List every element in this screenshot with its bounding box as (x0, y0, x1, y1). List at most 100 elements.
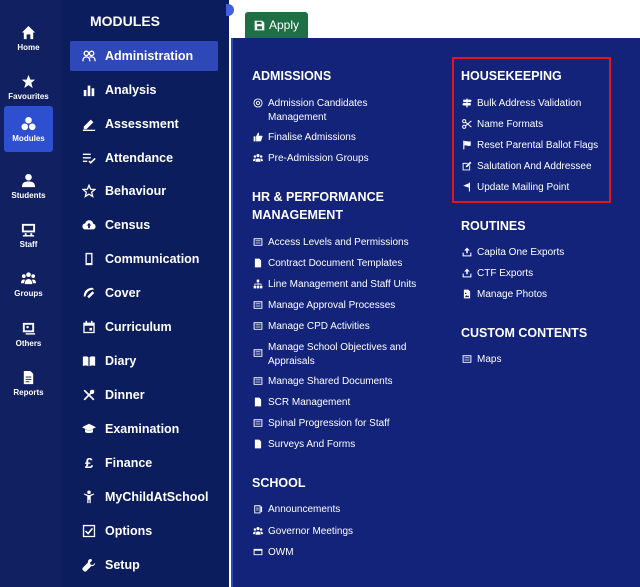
module-attendance[interactable]: Attendance (70, 144, 218, 172)
module-label: Administration (105, 49, 194, 63)
staff-icon (21, 223, 36, 237)
module-label: Communication (105, 252, 200, 266)
link-reset-ballot-flags[interactable]: Reset Parental Ballot Flags (462, 139, 598, 153)
rail-label: Staff (19, 239, 38, 249)
link-label: SCR Management (268, 397, 351, 408)
link-line-management[interactable]: Line Management and Staff Units (253, 278, 416, 292)
link-salutation-addressee[interactable]: Salutation And Addressee (462, 160, 592, 174)
link-scr-management[interactable]: SCR Management (253, 396, 350, 410)
link-label: Manage Shared Documents (268, 376, 393, 387)
module-dinner[interactable]: Dinner (70, 381, 218, 409)
rail-students[interactable]: Students (4, 163, 53, 209)
rail-staff[interactable]: Staff (4, 212, 53, 258)
rail-reports[interactable]: Reports (4, 360, 53, 406)
module-options[interactable]: Options (70, 517, 218, 545)
pound-icon: £ (84, 454, 94, 472)
save-icon (254, 20, 265, 30)
link-maps[interactable]: Maps (462, 353, 501, 367)
link-label: Manage Photos (477, 289, 548, 300)
flag-icon (463, 140, 471, 150)
book-icon (82, 356, 96, 367)
link-spinal-progression[interactable]: Spinal Progression for Staff (253, 417, 390, 431)
child-icon (83, 490, 95, 504)
rail-groups[interactable]: Groups (4, 261, 53, 307)
document-icon (254, 258, 262, 268)
link-announcements[interactable]: Announcements (253, 503, 340, 517)
module-label: Diary (105, 354, 137, 368)
module-analysis[interactable]: Analysis (70, 76, 218, 104)
thumbs-up-icon (253, 132, 263, 142)
scissors-icon (462, 119, 472, 129)
link-governor-meetings[interactable]: Governor Meetings (253, 525, 353, 539)
link-approval-processes[interactable]: Manage Approval Processes (253, 299, 395, 313)
module-assessment[interactable]: Assessment (70, 110, 218, 138)
groups-icon (21, 271, 36, 284)
section-school-title: SCHOOL (252, 476, 306, 490)
link-label: Line Management and Staff Units (268, 279, 417, 290)
others-icon (22, 322, 36, 335)
link-label: Pre-Admission Groups (268, 153, 369, 164)
module-label: Examination (105, 422, 180, 436)
module-communication[interactable]: Communication (70, 245, 218, 273)
module-setup[interactable]: Setup (70, 551, 218, 579)
section-routines-title: ROUTINES (461, 219, 526, 233)
module-label: Census (105, 218, 151, 232)
panel-handle[interactable] (226, 4, 234, 16)
list-box-icon (462, 355, 472, 363)
rail-label: Home (17, 42, 40, 52)
announcement-icon (254, 505, 263, 514)
link-ctf-exports[interactable]: CTF Exports (462, 267, 533, 281)
link-bulk-address-validation[interactable]: Bulk Address Validation (462, 97, 581, 111)
link-contract-templates[interactable]: Contract Document Templates (253, 257, 402, 271)
module-label: Analysis (105, 83, 157, 97)
link-admission-candidates[interactable]: Admission Candidates Management (253, 97, 423, 124)
star-icon (21, 74, 36, 88)
pencil-icon (82, 119, 96, 131)
module-administration[interactable]: Administration (70, 41, 218, 71)
cutlery-icon (83, 389, 95, 401)
link-shared-documents[interactable]: Manage Shared Documents (253, 375, 393, 389)
link-label: Update Mailing Point (477, 182, 570, 193)
module-census[interactable]: Census (70, 211, 218, 239)
module-behaviour[interactable]: Behaviour (70, 177, 218, 205)
module-diary[interactable]: Diary (70, 347, 218, 375)
link-manage-photos[interactable]: Manage Photos (462, 288, 547, 302)
link-cpd-activities[interactable]: Manage CPD Activities (253, 320, 370, 334)
link-access-levels[interactable]: Access Levels and Permissions (253, 236, 409, 250)
link-owm[interactable]: OWM (253, 546, 294, 560)
link-capita-one-exports[interactable]: Capita One Exports (462, 246, 564, 260)
apply-label: Apply (268, 18, 300, 32)
rail-label: Reports (13, 387, 44, 397)
module-curriculum[interactable]: Curriculum (70, 313, 218, 341)
link-pre-admission-groups[interactable]: Pre-Admission Groups (253, 152, 369, 166)
module-label: Behaviour (105, 184, 167, 198)
export-icon (462, 247, 472, 257)
link-school-objectives[interactable]: Manage School Objectives and Appraisals (253, 341, 423, 368)
link-label: CTF Exports (477, 268, 534, 279)
modules-icon (21, 116, 36, 130)
rail-modules[interactable]: Modules (4, 106, 53, 152)
rail-favourites[interactable]: Favourites (4, 64, 53, 110)
nav-rail: Home Favourites Modules Students Staff G… (0, 0, 61, 587)
link-label: Governor Meetings (268, 526, 354, 537)
module-cover[interactable]: Cover (70, 279, 218, 307)
link-name-formats[interactable]: Name Formats (462, 118, 543, 132)
link-update-mailing-point[interactable]: Update Mailing Point (462, 181, 569, 195)
link-label: Reset Parental Ballot Flags (477, 140, 599, 151)
document-icon (254, 397, 262, 407)
module-label: Assessment (105, 117, 179, 131)
link-label: Name Formats (477, 119, 544, 130)
link-finalise-admissions[interactable]: Finalise Admissions (253, 131, 356, 145)
rail-others[interactable]: Others (4, 311, 53, 357)
apply-button[interactable]: Apply (245, 12, 308, 38)
link-surveys-forms[interactable]: Surveys And Forms (253, 438, 355, 452)
list-box-icon (253, 377, 263, 385)
module-label: Finance (105, 456, 153, 470)
module-examination[interactable]: Examination (70, 415, 218, 443)
module-label: MyChildAtSchool (105, 490, 209, 504)
module-mychildatschool[interactable]: MyChildAtSchool (70, 483, 218, 511)
star-outline-icon (82, 184, 96, 198)
module-finance[interactable]: £ Finance (70, 449, 218, 477)
rail-home[interactable]: Home (4, 15, 53, 61)
link-label: Admission Candidates Management (268, 98, 368, 123)
